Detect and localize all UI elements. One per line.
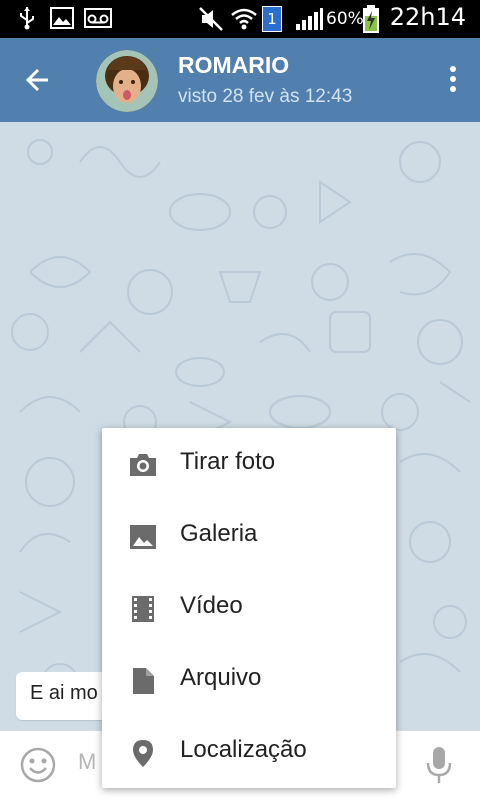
menu-item-location[interactable]: Localização (102, 716, 396, 788)
overflow-dot (450, 76, 456, 82)
attach-menu: Tirar foto Galeria Vídeo Arquivo Localiz… (102, 428, 396, 788)
menu-item-label: Arquivo (180, 664, 262, 691)
chat-header: ROMARIO visto 28 fev às 12:43 (0, 38, 480, 122)
wifi-icon (231, 8, 257, 30)
menu-item-label: Galeria (180, 520, 258, 547)
emoji-icon[interactable] (20, 747, 56, 783)
overflow-dot (450, 66, 456, 72)
menu-item-take-photo[interactable]: Tirar foto (102, 428, 396, 500)
gallery-icon (130, 525, 156, 549)
menu-item-label: Tirar foto (180, 448, 276, 475)
battery-charging-icon (363, 5, 379, 33)
image-notification-icon (50, 7, 74, 29)
usb-icon (20, 7, 34, 30)
video-icon (132, 596, 154, 622)
message-bubble[interactable]: E ai mo (16, 672, 106, 720)
mute-icon (199, 7, 223, 31)
file-icon (133, 668, 154, 694)
menu-item-label: Vídeo (180, 592, 243, 619)
menu-item-video[interactable]: Vídeo (102, 572, 396, 644)
overflow-menu-icon[interactable] (448, 66, 458, 96)
signal-icon (296, 8, 323, 30)
avatar[interactable] (96, 50, 158, 112)
back-arrow-icon[interactable] (18, 60, 58, 100)
last-seen-status: visto 28 fev às 12:43 (178, 86, 353, 107)
status-bar: 1 60% 22h14 (0, 0, 480, 38)
voicemail-icon (84, 8, 112, 28)
contact-name[interactable]: ROMARIO (178, 52, 289, 79)
avatar-photo (96, 50, 158, 112)
camera-icon (130, 454, 156, 476)
menu-item-gallery[interactable]: Galeria (102, 500, 396, 572)
menu-item-label: Localização (180, 736, 307, 763)
status-clock: 22h14 (389, 3, 466, 31)
location-icon (133, 740, 153, 767)
microphone-icon[interactable] (424, 745, 454, 785)
overflow-dot (450, 86, 456, 92)
menu-item-file[interactable]: Arquivo (102, 644, 396, 716)
notification-count-badge: 1 (262, 6, 282, 32)
battery-percent: 60% (326, 9, 364, 29)
